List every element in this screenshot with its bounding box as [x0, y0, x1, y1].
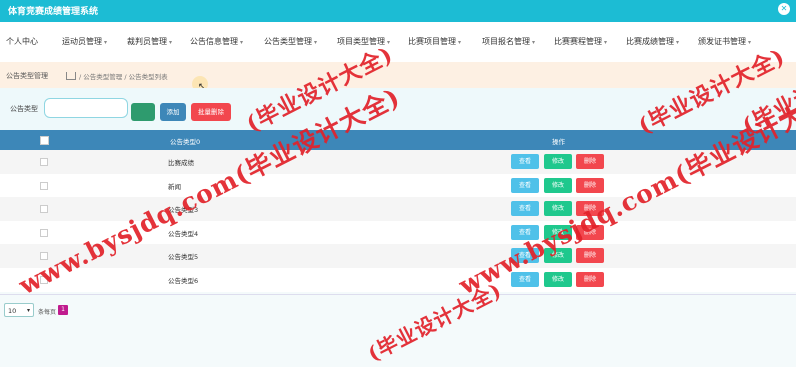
nav-item-label: 公告类型管理	[264, 37, 312, 46]
view-button[interactable]: 查看	[511, 177, 539, 193]
nav-item[interactable]: 运动员管理 ▾	[62, 36, 107, 47]
chevron-down-icon: ▾	[314, 39, 318, 46]
type-name-cell: 公告类型4	[168, 229, 199, 238]
type-name-cell: 公告类型5	[168, 253, 199, 262]
nav-item-label: 比赛成绩管理	[626, 37, 674, 46]
nav-item-label: 裁判员管理	[127, 37, 167, 46]
row-checkbox[interactable]	[40, 228, 48, 237]
row-checkbox[interactable]	[40, 205, 48, 214]
nav-item[interactable]: 公告信息管理 ▾	[190, 36, 243, 47]
home-icon[interactable]	[66, 72, 76, 80]
table-row: 公告类型6 查看 修改 删除	[0, 268, 796, 292]
nav-item-label: 运动员管理	[62, 37, 102, 46]
page-number-button[interactable]: 1	[58, 305, 68, 315]
search-label: 公告类型	[10, 105, 38, 113]
per-page-label: 条每页	[38, 309, 57, 316]
type-name-cell: 公告类型6	[168, 277, 199, 285]
delete-button[interactable]: 删除	[576, 248, 604, 264]
chevron-down-icon: ▾	[240, 39, 244, 46]
delete-button[interactable]: 删除	[576, 154, 604, 169]
nav-item[interactable]: 公告类型管理 ▾	[264, 36, 317, 47]
nav-item[interactable]: 比赛项目管理 ▾	[408, 36, 461, 47]
nav-item-label: 项目报名管理	[482, 37, 530, 46]
row-checkbox[interactable]	[40, 158, 48, 166]
view-button[interactable]: 查看	[511, 154, 539, 169]
nav-item-label: 比赛项目管理	[408, 37, 456, 46]
chevron-down-icon: ▾	[104, 39, 108, 46]
app-title: 体育竞赛成绩管理系统	[8, 7, 99, 17]
batch-delete-button[interactable]: 批量删除	[191, 103, 231, 121]
edit-button[interactable]: 修改	[544, 177, 572, 193]
nav-item-label: 个人中心	[6, 37, 38, 46]
app-header: 体育竞赛成绩管理系统 ✕	[0, 0, 796, 22]
breadcrumb-trail-text[interactable]: / 公告类型管理 / 公告类型列表	[79, 73, 168, 81]
chevron-down-icon: ▾	[748, 39, 752, 46]
delete-button[interactable]: 删除	[576, 272, 604, 287]
nav-item-label: 比赛赛程管理	[554, 37, 602, 46]
chevron-down-icon: ▾	[532, 39, 536, 46]
row-checkbox[interactable]	[40, 181, 48, 190]
header-operations: 操作	[552, 138, 565, 146]
breadcrumb-section[interactable]: 公告类型管理	[6, 71, 48, 81]
chevron-down-icon: ▾	[458, 39, 462, 46]
header-type-name: 公告类型0	[170, 138, 201, 146]
chevron-down-icon: ▾	[169, 39, 173, 46]
page-size-value: 10	[8, 307, 17, 315]
view-button[interactable]: 查看	[511, 201, 539, 217]
nav-item[interactable]: 个人中心	[6, 36, 38, 47]
pagination: 10 ▾ 条每页 1	[0, 294, 796, 323]
search-input[interactable]	[44, 98, 128, 118]
chevron-down-icon: ▾	[604, 39, 608, 46]
edit-button[interactable]: 修改	[544, 154, 572, 169]
page-size-select[interactable]: 10 ▾	[4, 303, 34, 317]
select-all-checkbox[interactable]	[40, 136, 49, 145]
close-icon[interactable]: ✕	[778, 3, 790, 15]
table-header: 公告类型0 操作	[0, 130, 796, 150]
breadcrumb-trail: / 公告类型管理 / 公告类型列表	[66, 71, 168, 81]
chevron-down-icon: ▾	[26, 307, 30, 314]
breadcrumb: 公告类型管理 / 公告类型管理 / 公告类型列表	[0, 62, 796, 88]
nav-item[interactable]: 颁发证书管理 ▾	[698, 36, 751, 47]
type-name-cell: 比赛成绩	[168, 159, 194, 167]
nav-item[interactable]: 比赛成绩管理 ▾	[626, 36, 679, 47]
top-nav: 个人中心 运动员管理 ▾ 裁判员管理 ▾ 公告信息管理 ▾ 公告类型管理 ▾ 项目类型管理 ▾ 比赛项…	[0, 22, 796, 62]
nav-item[interactable]: 裁判员管理 ▾	[127, 36, 172, 47]
nav-item-label: 颁发证书管理	[698, 37, 746, 46]
add-button[interactable]: 添加	[160, 103, 186, 121]
delete-button[interactable]: 删除	[576, 177, 604, 193]
chevron-down-icon: ▾	[676, 39, 680, 46]
nav-item-label: 公告信息管理	[190, 37, 238, 46]
search-button[interactable]	[131, 103, 155, 121]
nav-item[interactable]: 比赛赛程管理 ▾	[554, 36, 607, 47]
edit-button[interactable]: 修改	[544, 272, 572, 287]
nav-item[interactable]: 项目报名管理 ▾	[482, 36, 535, 47]
